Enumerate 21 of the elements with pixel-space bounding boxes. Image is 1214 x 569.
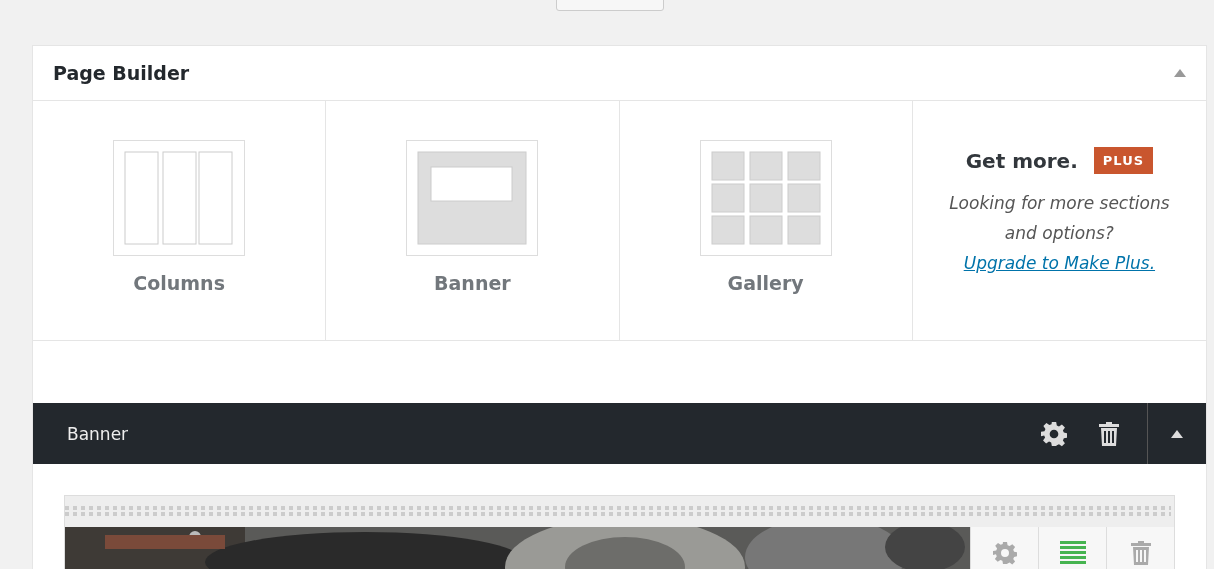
drag-handle[interactable] <box>65 505 1171 518</box>
upgrade-link[interactable]: Upgrade to Make Plus. <box>963 253 1156 273</box>
section-type-label: Columns <box>133 272 225 294</box>
gallery-layout-icon <box>710 151 821 245</box>
section-type-button[interactable] <box>406 140 539 256</box>
section-type-button[interactable] <box>699 140 832 256</box>
section-title: Banner <box>66 423 130 444</box>
settings-icon[interactable] <box>1041 420 1067 447</box>
section-type-label: Gallery <box>727 272 804 294</box>
promo-text: Looking for more sections and options? Upgrade to Make Plus. <box>948 192 1171 275</box>
columns-layout-icon <box>124 151 235 245</box>
section-type-label: Banner <box>434 272 511 294</box>
section-type-button[interactable] <box>113 140 246 256</box>
plus-badge: PLUS <box>1093 147 1154 174</box>
promo-heading: Get more. <box>965 148 1078 173</box>
trash-icon[interactable] <box>1099 421 1119 446</box>
panel-title: Page Builder <box>53 62 190 84</box>
collapse-icon[interactable] <box>1171 429 1183 438</box>
banner-layout-icon <box>417 151 528 245</box>
tab-button[interactable] <box>556 0 664 11</box>
lines-icon[interactable] <box>1059 541 1086 565</box>
